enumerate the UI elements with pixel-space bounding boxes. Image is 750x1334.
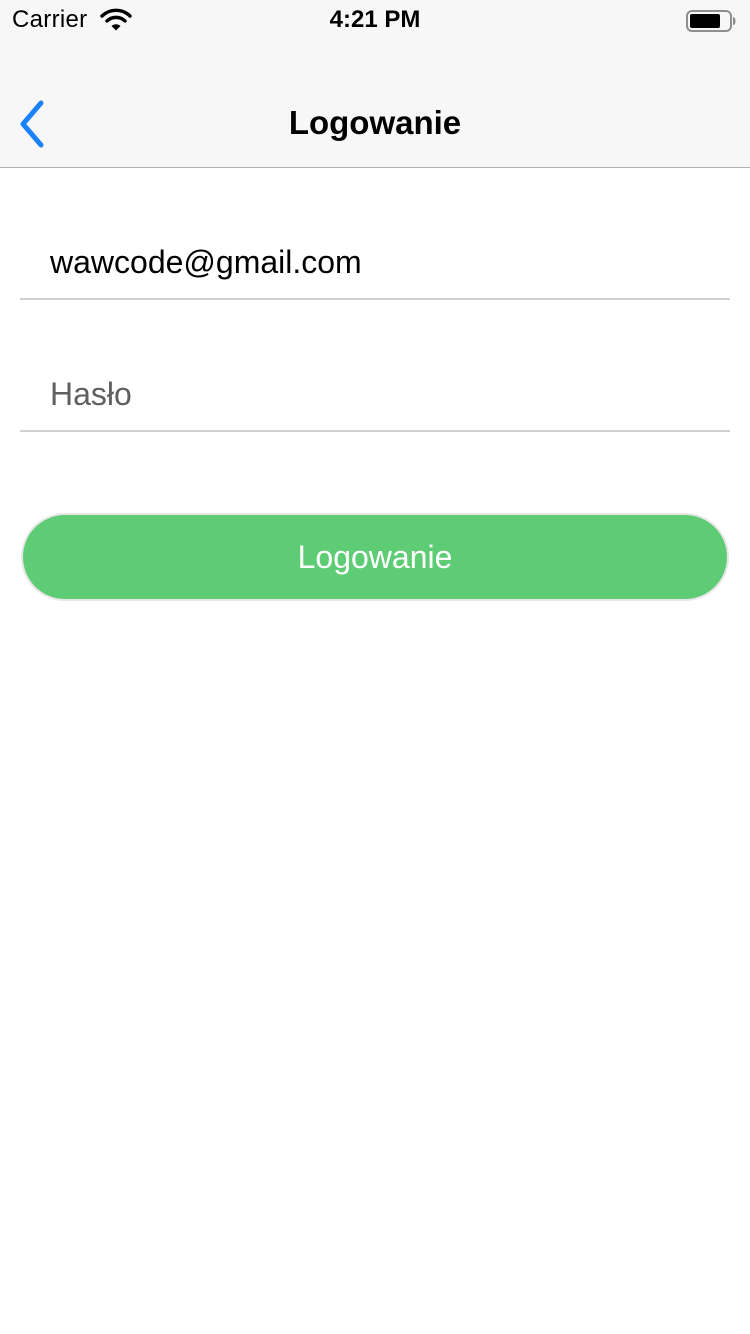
status-bar: Carrier 4:21 PM (0, 0, 750, 40)
battery-icon (686, 10, 736, 32)
page-title: Logowanie (288, 104, 462, 141)
password-input[interactable] (50, 372, 720, 416)
login-button[interactable]: Logowanie (21, 513, 729, 601)
password-field (20, 344, 730, 432)
navigation-bar: Logowanie (0, 40, 750, 168)
status-time: 4:21 PM (329, 6, 421, 33)
email-field (20, 212, 730, 300)
login-button-label: Logowanie (297, 538, 453, 575)
email-input[interactable] (50, 240, 720, 284)
